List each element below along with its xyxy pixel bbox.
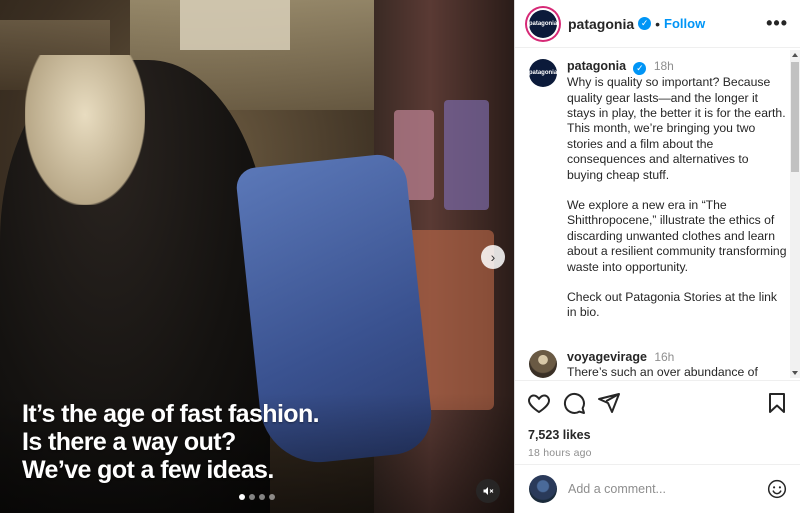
header-username[interactable]: patagonia: [568, 16, 634, 32]
share-icon[interactable]: [597, 391, 621, 415]
scroll-up-arrow[interactable]: [792, 53, 798, 57]
person-hair: [25, 55, 145, 205]
comment-username[interactable]: patagonia: [567, 59, 626, 73]
bookmark-icon[interactable]: [765, 391, 789, 415]
more-options-button[interactable]: •••: [766, 13, 788, 34]
carousel-dot: [239, 494, 245, 500]
scroll-down-arrow[interactable]: [792, 371, 798, 375]
caption-line: It’s the age of fast fashion.: [22, 400, 320, 428]
add-comment-bar: [515, 464, 800, 513]
verified-icon: ✓: [633, 62, 647, 76]
comments-scrollbar[interactable]: [790, 50, 800, 378]
chevron-right-icon: ›: [490, 249, 496, 265]
comment-paragraph: We explore a new era in “The Shitthropoc…: [567, 198, 787, 274]
caption-line: We’ve got a few ideas.: [22, 456, 274, 484]
carousel-indicator: [239, 494, 275, 500]
comment-paragraph: Why is quality so important? Because qua…: [567, 75, 786, 182]
carousel-dot: [269, 494, 275, 500]
mute-icon: [483, 487, 494, 495]
likes-count[interactable]: 7,523 likes: [528, 428, 789, 442]
avatar[interactable]: patagonia: [528, 9, 558, 38]
comment-time[interactable]: 18h: [654, 59, 674, 73]
comments-list[interactable]: patagonia patagonia ✓ 18h Why is quality…: [515, 49, 800, 379]
follow-button[interactable]: Follow: [664, 16, 705, 31]
caption-comment: patagonia patagonia ✓ 18h Why is quality…: [529, 59, 787, 336]
post-media[interactable]: It’s the age of fast fashion. Is there a…: [0, 0, 514, 513]
carousel-dot: [259, 494, 265, 500]
heart-icon[interactable]: [527, 391, 551, 415]
comment-paragraph: Check out Patagonia Stories at the link …: [567, 290, 778, 320]
avatar[interactable]: [529, 349, 557, 378]
comment-text: There’s such an over abundance of: [567, 365, 758, 379]
comment-username[interactable]: voyagevirage: [567, 350, 647, 364]
comment-input[interactable]: [568, 482, 758, 496]
emoji-icon[interactable]: [767, 479, 787, 499]
mute-button[interactable]: [476, 479, 500, 503]
comment-time[interactable]: 16h: [654, 350, 674, 364]
comment-icon[interactable]: [562, 391, 586, 415]
post-sidebar: patagonia patagonia ✓ • Follow ••• patag…: [514, 0, 800, 513]
scrollbar-thumb[interactable]: [791, 62, 799, 172]
next-slide-button[interactable]: ›: [481, 245, 505, 269]
post-header: patagonia patagonia ✓ • Follow •••: [515, 0, 800, 48]
carousel-dot: [249, 494, 255, 500]
post-timestamp[interactable]: 18 hours ago: [528, 447, 789, 459]
avatar-logo-text: patagonia: [528, 70, 558, 76]
clothing-item: [444, 100, 489, 210]
avatar-logo-text: patagonia: [528, 20, 558, 27]
header-separator: •: [655, 15, 661, 32]
list-item: voyagevirage 16h There’s such an over ab…: [529, 349, 787, 379]
background-window: [180, 0, 290, 50]
post-actions: 7,523 likes 18 hours ago: [515, 380, 800, 459]
avatar: [529, 475, 557, 503]
media-caption: It’s the age of fast fashion. Is there a…: [22, 400, 402, 484]
avatar[interactable]: patagonia: [529, 59, 557, 87]
caption-line: Is there a way out?: [22, 428, 236, 456]
verified-icon: ✓: [638, 17, 652, 30]
